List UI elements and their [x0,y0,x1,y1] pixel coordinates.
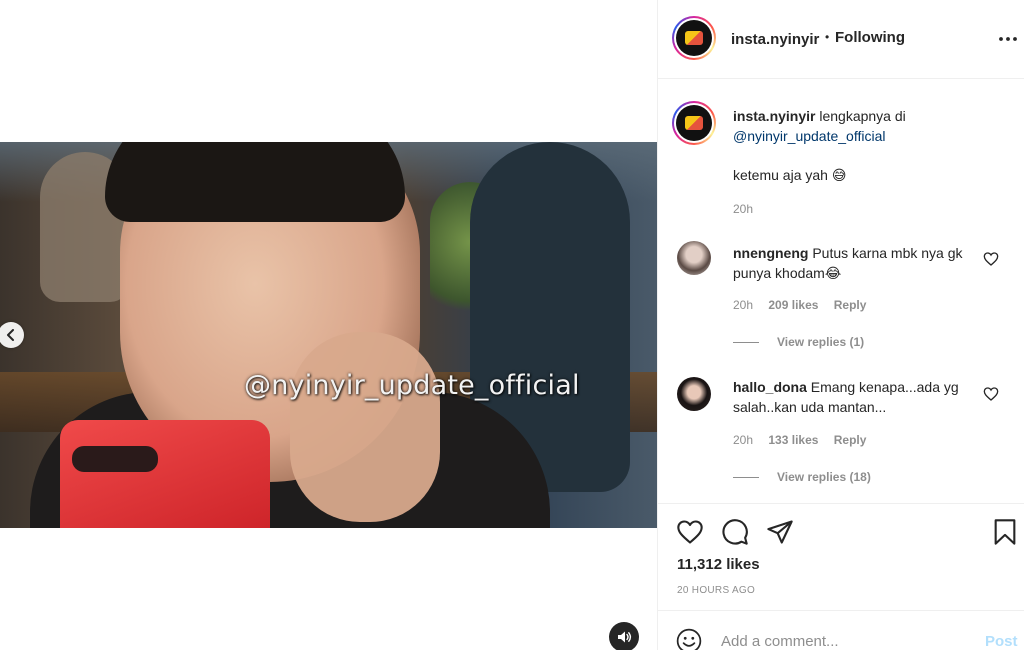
author-username[interactable]: insta.nyinyir [731,31,819,48]
view-replies-button[interactable]: View replies (18) [733,470,871,484]
bookmark-icon[interactable] [991,518,1019,546]
comment-likes[interactable]: 133 likes [768,433,818,447]
comment-text-block: nnengneng Putus karna mbk nya gk punya k… [733,243,973,283]
comment-username[interactable]: nnengneng [733,245,808,261]
like-count[interactable]: 11,312 likes [677,556,760,573]
caption-time[interactable]: 20h [733,202,753,216]
comment-meta: 20h 209 likes Reply [733,298,866,312]
comment-input[interactable] [721,629,961,650]
heart-icon[interactable] [676,518,704,546]
caption-mention-link[interactable]: @nyinyir_update_official [733,128,886,144]
comment-icon[interactable] [721,518,749,546]
author-avatar[interactable] [672,16,716,60]
caption-line2: ketemu aja yah 😅 [733,167,847,183]
comment-reply-button[interactable]: Reply [834,433,867,447]
comment-text-block: hallo_dona Emang kenapa...ada yg salah..… [733,377,973,417]
post-actions: 11,312 likes 20 HOURS AGO [658,503,1024,610]
commenter-avatar[interactable] [677,377,711,411]
chevron-left-icon [7,329,14,341]
post-video[interactable]: @nyinyir_update_official [0,142,657,528]
post-header: insta.nyinyir • Following [658,0,1024,79]
view-replies-label: View replies (18) [777,470,871,484]
video-watermark: @nyinyir_update_official [244,370,580,401]
share-icon[interactable] [766,518,794,546]
caption-author-avatar[interactable] [672,101,716,145]
comment-like-heart-icon[interactable] [983,251,999,267]
speaker-icon [618,631,632,643]
caption-text: insta.nyinyir lengkapnya di @nyinyir_upd… [733,106,1003,146]
post-side-panel: insta.nyinyir • Following insta.nyinyir … [657,0,1024,650]
toggle-audio-button[interactable] [609,622,639,650]
comments-section[interactable]: insta.nyinyir lengkapnya di @nyinyir_upd… [658,80,1024,504]
replies-divider [733,342,759,344]
comment-username[interactable]: hallo_dona [733,379,807,395]
comment-reply-button[interactable]: Reply [834,298,867,312]
post-timestamp[interactable]: 20 HOURS AGO [677,585,755,596]
emoji-icon[interactable] [676,628,702,650]
comment-likes[interactable]: 209 likes [768,298,818,312]
header-separator: • [825,30,830,44]
video-scene-phone [60,420,270,528]
commenter-avatar[interactable] [677,241,711,275]
post-media: @nyinyir_update_official [0,0,657,650]
more-icon[interactable] [996,27,1020,51]
following-button[interactable]: Following [835,29,905,46]
comment-time[interactable]: 20h [733,298,753,312]
caption-username[interactable]: insta.nyinyir [733,108,815,124]
comment-time[interactable]: 20h [733,433,753,447]
video-scene-phone-camera [72,446,158,472]
add-comment-bar: Post [658,610,1024,650]
view-replies-button[interactable]: View replies (1) [733,335,864,349]
video-scene-subject-hair [105,142,405,222]
comment-meta: 20h 133 likes Reply [733,433,866,447]
replies-divider [733,477,759,479]
view-replies-label: View replies (1) [777,335,865,349]
video-scene-hand [290,332,440,522]
comment-like-heart-icon[interactable] [983,386,999,402]
caption-text-before: lengkapnya di [819,108,906,124]
post-comment-button[interactable]: Post [985,633,1018,650]
